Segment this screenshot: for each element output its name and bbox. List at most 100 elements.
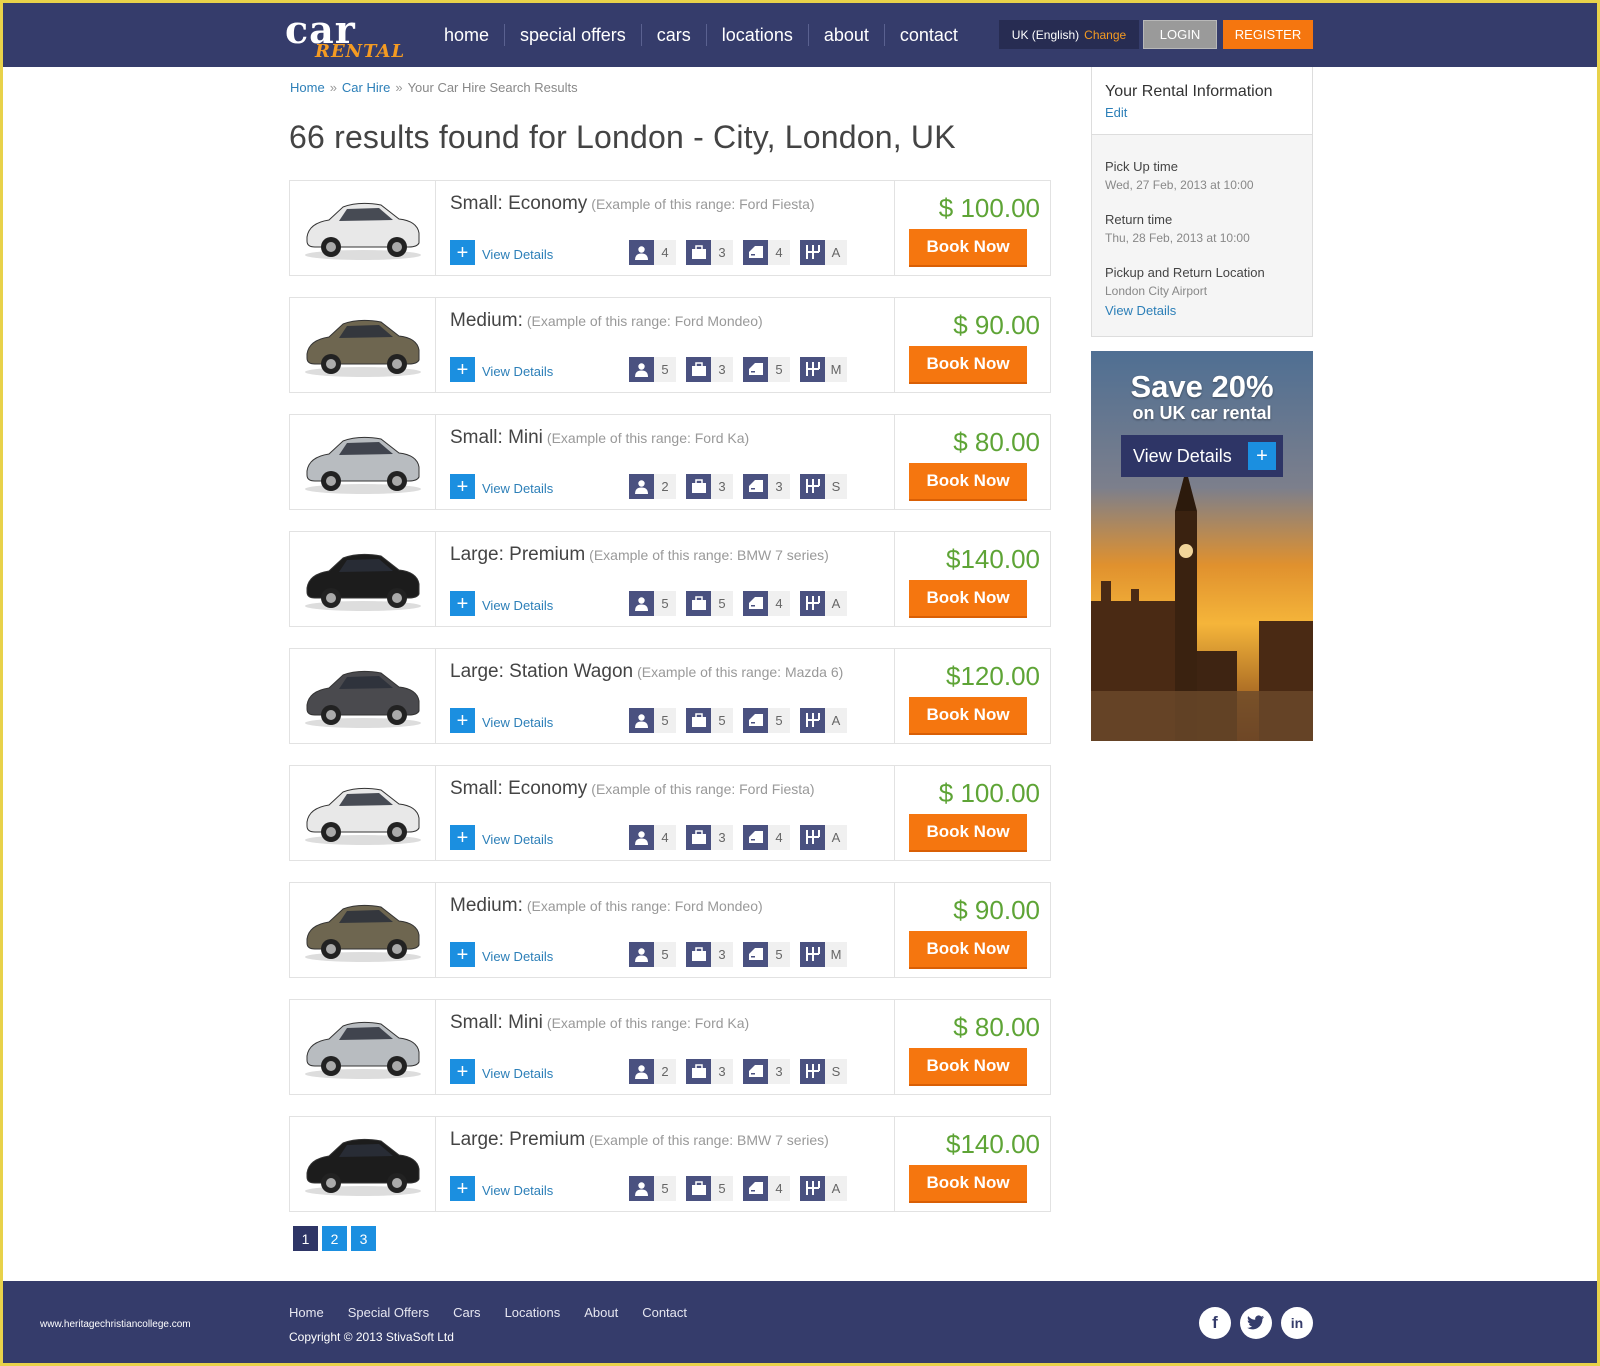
book-now-button[interactable]: Book Now (909, 1165, 1027, 1203)
footer-link-special-offers[interactable]: Special Offers (348, 1305, 429, 1320)
view-details-link[interactable]: View Details (482, 1183, 553, 1198)
nav-locations[interactable]: locations (705, 24, 808, 46)
spec-transmission: S (800, 473, 847, 499)
footer-link-locations[interactable]: Locations (505, 1305, 561, 1320)
result-info: Small: Mini (Example of this range: Ford … (436, 415, 894, 509)
transmission-type: A (825, 590, 847, 616)
view-details-link[interactable]: View Details (482, 481, 553, 496)
plus-icon[interactable]: + (450, 357, 475, 382)
gearbox-icon (800, 1175, 825, 1201)
plus-icon[interactable]: + (450, 474, 475, 499)
car-specs: 4 3 4 A (629, 824, 847, 850)
car-image[interactable] (290, 415, 436, 509)
book-now-button[interactable]: Book Now (909, 346, 1027, 384)
book-now-button[interactable]: Book Now (909, 1048, 1027, 1086)
breadcrumb-home[interactable]: Home (290, 80, 325, 95)
spec-passengers: 5 (629, 707, 676, 733)
spec-bags: 3 (686, 356, 733, 382)
nav-cars[interactable]: cars (640, 24, 706, 46)
footer-link-contact[interactable]: Contact (642, 1305, 687, 1320)
login-button[interactable]: LOGIN (1143, 20, 1217, 49)
transmission-type: M (825, 941, 847, 967)
view-details-link[interactable]: View Details (482, 598, 553, 613)
car-image[interactable] (290, 298, 436, 392)
result-info: Medium: (Example of this range: Ford Mond… (436, 883, 894, 977)
spec-bags: 3 (686, 239, 733, 265)
car-image[interactable] (290, 766, 436, 860)
page-1-button[interactable]: 1 (293, 1226, 318, 1251)
breadcrumb-car-hire[interactable]: Car Hire (342, 80, 390, 95)
car-image[interactable] (290, 1117, 436, 1211)
twitter-icon[interactable] (1240, 1307, 1272, 1339)
view-details-link[interactable]: View Details (482, 364, 553, 379)
book-now-button[interactable]: Book Now (909, 814, 1027, 852)
location-view-details-link[interactable]: View Details (1105, 303, 1299, 318)
car-category-label: Small: Mini (450, 427, 543, 448)
page-2-button[interactable]: 2 (322, 1226, 347, 1251)
book-now-button[interactable]: Book Now (909, 697, 1027, 735)
nav-contact[interactable]: contact (883, 24, 973, 46)
register-button[interactable]: REGISTER (1223, 20, 1313, 49)
book-now-button[interactable]: Book Now (909, 229, 1027, 267)
spec-bags: 3 (686, 473, 733, 499)
result-card: Large: Premium (Example of this range: BM… (289, 1116, 1051, 1212)
book-now-button[interactable]: Book Now (909, 580, 1027, 618)
gearbox-icon (800, 1058, 825, 1084)
plus-icon[interactable]: + (450, 942, 475, 967)
gearbox-icon (800, 590, 825, 616)
logo[interactable]: car RENTAL (285, 11, 404, 63)
person-icon (629, 1175, 654, 1201)
door-icon (743, 941, 768, 967)
transmission-type: M (825, 356, 847, 382)
footer-link-cars[interactable]: Cars (453, 1305, 480, 1320)
language-change-link[interactable]: Change (1084, 28, 1126, 42)
spec-passengers: 2 (629, 1058, 676, 1084)
person-icon (629, 239, 654, 265)
gearbox-icon (800, 473, 825, 499)
view-details-link[interactable]: View Details (482, 832, 553, 847)
edit-link[interactable]: Edit (1105, 105, 1299, 120)
plus-icon[interactable]: + (450, 825, 475, 850)
gearbox-icon (800, 824, 825, 850)
person-icon (629, 824, 654, 850)
book-now-button[interactable]: Book Now (909, 463, 1027, 501)
view-details-link[interactable]: View Details (482, 949, 553, 964)
view-details-link[interactable]: View Details (482, 715, 553, 730)
luggage-icon (686, 356, 711, 382)
plus-icon[interactable]: + (450, 1059, 475, 1084)
promo-view-details-button[interactable]: View Details + (1121, 435, 1283, 477)
passengers-count: 2 (654, 473, 676, 499)
car-image[interactable] (290, 1000, 436, 1094)
result-card: Medium: (Example of this range: Ford Mond… (289, 882, 1051, 978)
view-details-link[interactable]: View Details (482, 247, 553, 262)
car-image[interactable] (290, 649, 436, 743)
page-3-button[interactable]: 3 (351, 1226, 376, 1251)
nav-about[interactable]: about (807, 24, 884, 46)
car-category-label: Large: Station Wagon (450, 661, 634, 682)
spec-doors: 3 (743, 1058, 790, 1084)
bags-count: 3 (711, 239, 733, 265)
nav-home[interactable]: home (429, 24, 504, 46)
plus-icon[interactable]: + (450, 240, 475, 265)
car-image[interactable] (290, 532, 436, 626)
plus-icon[interactable]: + (450, 708, 475, 733)
price-box: $ 80.00 Book Now (894, 1000, 1050, 1094)
footer-link-home[interactable]: Home (289, 1305, 324, 1320)
footer-site-url: www.heritagechristiancollege.com (40, 1319, 191, 1330)
car-image[interactable] (290, 883, 436, 977)
nav-special-offers[interactable]: special offers (504, 24, 641, 46)
person-icon (629, 1058, 654, 1084)
plus-icon[interactable]: + (450, 1176, 475, 1201)
car-image[interactable] (290, 181, 436, 275)
bags-count: 5 (711, 1175, 733, 1201)
linkedin-icon[interactable]: in (1281, 1307, 1313, 1339)
pickup-value: Wed, 27 Feb, 2013 at 10:00 (1105, 178, 1254, 192)
book-now-button[interactable]: Book Now (909, 931, 1027, 969)
plus-icon[interactable]: + (450, 591, 475, 616)
breadcrumb-current: Your Car Hire Search Results (407, 80, 578, 95)
car-category: Large: Station Wagon (Example of this ran… (450, 661, 843, 683)
gearbox-icon (800, 941, 825, 967)
footer-link-about[interactable]: About (584, 1305, 618, 1320)
facebook-icon[interactable]: f (1199, 1307, 1231, 1339)
view-details-link[interactable]: View Details (482, 1066, 553, 1081)
